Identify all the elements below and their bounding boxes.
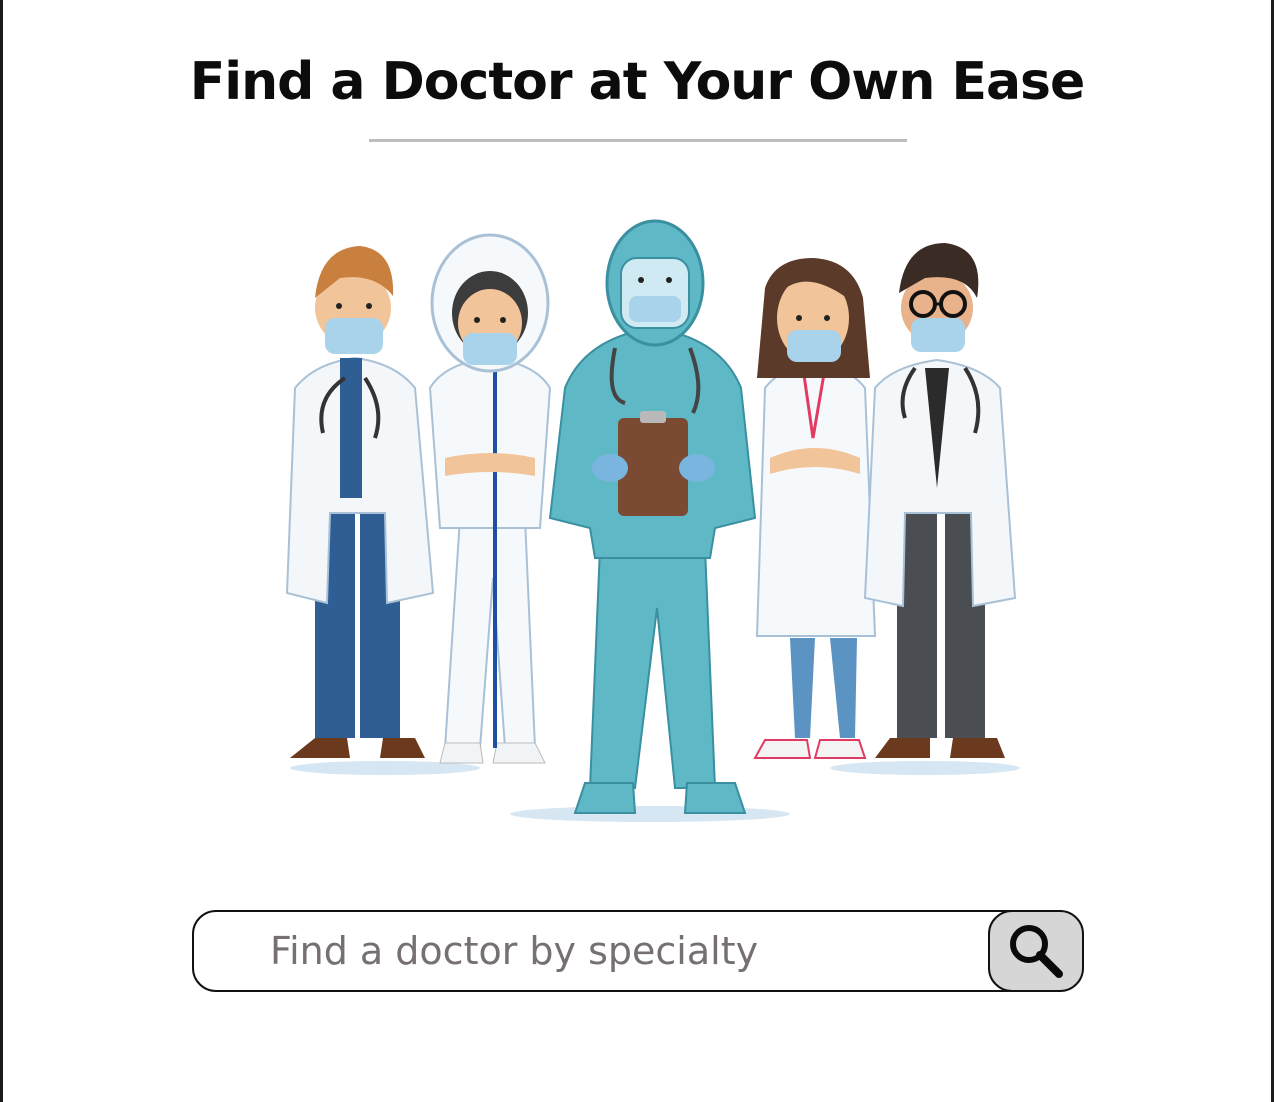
search-bar bbox=[192, 910, 1084, 992]
doctor-figure-1 bbox=[285, 246, 435, 758]
doctor-figure-5 bbox=[863, 243, 1017, 758]
search-input[interactable] bbox=[270, 920, 970, 982]
search-icon bbox=[1010, 925, 1063, 978]
doctors-illustration bbox=[285, 219, 1020, 822]
search-button[interactable] bbox=[988, 912, 1082, 990]
page-title: Find a Doctor at Your Own Ease bbox=[189, 52, 1086, 112]
doctor-figure-2 bbox=[428, 233, 552, 764]
doctor-figure-3 bbox=[548, 219, 757, 814]
title-divider bbox=[369, 139, 907, 142]
doctor-figure-4 bbox=[753, 258, 877, 759]
